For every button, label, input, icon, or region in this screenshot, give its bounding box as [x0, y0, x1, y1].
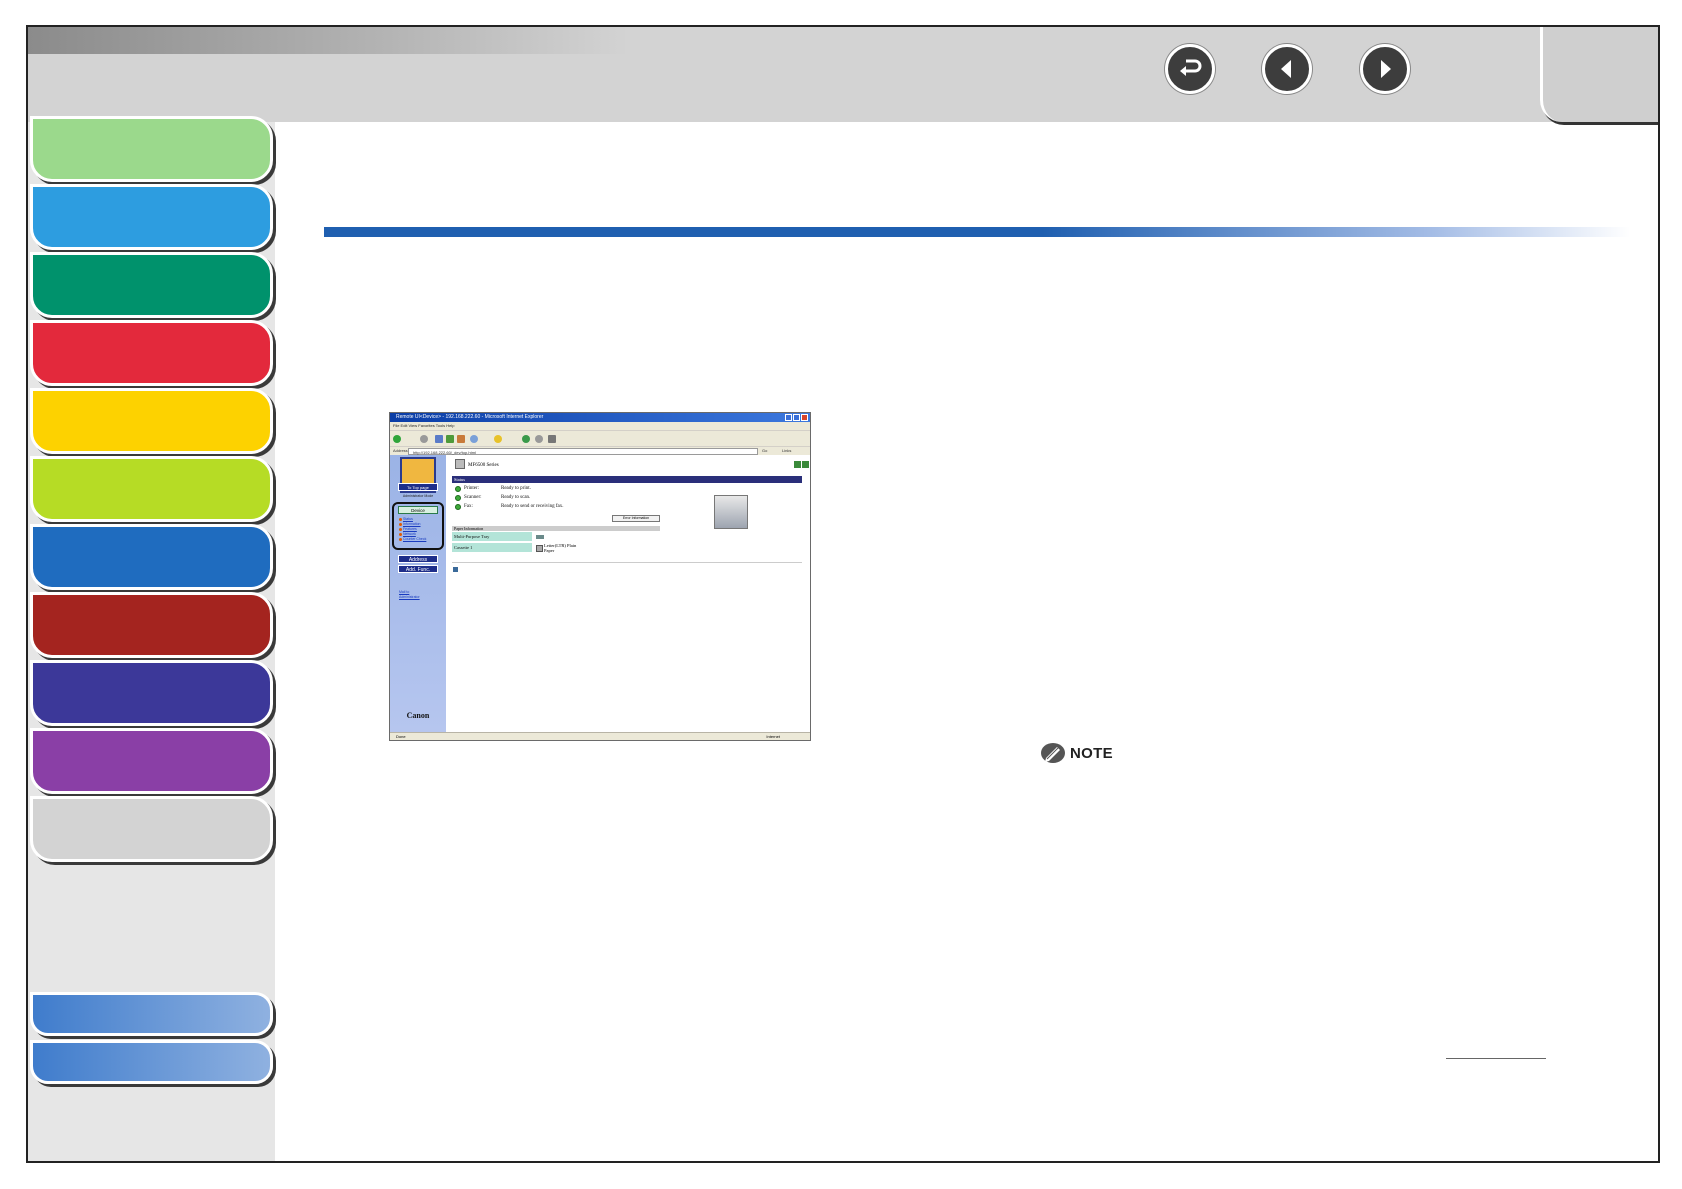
- back-icon: [393, 435, 401, 443]
- corner-tab[interactable]: [1540, 27, 1658, 122]
- browser-status-bar: Done Internet: [390, 732, 810, 740]
- address-label: Address: [393, 448, 408, 453]
- device-button[interactable]: Device: [398, 506, 438, 514]
- scanner-status: Ready to scan.: [501, 495, 531, 500]
- chapter-tab-11[interactable]: [30, 796, 273, 862]
- chapter-sidebar: [28, 116, 275, 1161]
- fax-label: Fax:: [464, 504, 473, 509]
- add-func-button[interactable]: Add. Func.: [398, 565, 438, 573]
- paper-source: Multi-Purpose Tray: [452, 532, 532, 541]
- index-tab[interactable]: [30, 1040, 273, 1084]
- remote-ui-sidebar: To Top page Administrator Mode Device St…: [390, 455, 446, 732]
- divider: [452, 562, 802, 563]
- note-heading: NOTE: [1040, 742, 1113, 764]
- printer-image: [714, 495, 748, 529]
- scanner-label: Scanner:: [464, 495, 482, 500]
- search-icon: [470, 435, 478, 443]
- chapter-tab-5[interactable]: [30, 388, 273, 454]
- top-page-button[interactable]: To Top page: [398, 483, 438, 491]
- history-icon: [522, 435, 530, 443]
- scanner-status-icon: [455, 495, 461, 501]
- chapter-tab-1[interactable]: [30, 116, 273, 182]
- next-page-icon: [1381, 60, 1391, 78]
- help-icon[interactable]: [802, 461, 809, 468]
- bullet-icon: [399, 538, 402, 541]
- bullet-icon: [399, 533, 402, 536]
- printer-label: Printer:: [464, 486, 479, 491]
- chapter-tab-10[interactable]: [30, 728, 273, 794]
- print-icon: [548, 435, 556, 443]
- zone-label: Internet: [766, 734, 780, 739]
- mail-icon: [535, 435, 543, 443]
- status-text: Done: [396, 734, 406, 739]
- note-label: NOTE: [1070, 744, 1113, 762]
- paper-header: Paper Information: [452, 526, 660, 531]
- error-information-button[interactable]: Error Information: [612, 515, 660, 522]
- paper-type: Letter(LTR) Plain Paper: [544, 543, 577, 553]
- paper-source: Cassette 1: [452, 543, 532, 552]
- minimize-icon: [785, 414, 792, 421]
- chapter-tab-9[interactable]: [30, 660, 273, 726]
- home-icon: [457, 435, 465, 443]
- footer-line: [1446, 1058, 1546, 1059]
- top-bar-strip: [28, 27, 628, 54]
- close-icon: [801, 414, 808, 421]
- status-header: Status: [452, 476, 802, 483]
- browser-title: Remote UI<Device> - 192.168.222.60 - Mic…: [396, 414, 544, 420]
- top-bar: [28, 27, 1658, 122]
- favorites-icon: [494, 435, 502, 443]
- mail-admin-link[interactable]: Mail to Administrator: [399, 590, 429, 600]
- section-heading-bar: [324, 227, 1630, 237]
- chapter-tab-3[interactable]: [30, 252, 273, 318]
- mode-label: Administrator Mode: [402, 494, 434, 498]
- refresh-icon: [446, 435, 454, 443]
- tray-icon: [536, 535, 544, 539]
- browser-toolbar: [390, 430, 810, 446]
- bullet-icon: [399, 523, 402, 526]
- chapter-tab-4[interactable]: [30, 320, 273, 386]
- printer-status-icon: [455, 486, 461, 492]
- refresh-icon[interactable]: [794, 461, 801, 468]
- page-frame: [26, 25, 1660, 1163]
- canon-logo: Canon: [406, 711, 430, 720]
- back-button[interactable]: [1165, 44, 1215, 94]
- links-label: Links: [782, 448, 792, 453]
- chapter-tab-2[interactable]: [30, 184, 273, 250]
- fax-status: Ready to send or receiving fax.: [501, 504, 564, 509]
- table-of-contents-tab[interactable]: [30, 992, 273, 1036]
- printer-status: Ready to print.: [501, 486, 531, 491]
- previous-page-button[interactable]: [1262, 44, 1312, 94]
- network-link[interactable]: Network: [403, 532, 416, 536]
- browser-title-bar: Remote UI<Device> - 192.168.222.60 - Mic…: [390, 413, 810, 422]
- counter-check-link[interactable]: Counter Check: [403, 537, 426, 541]
- maximize-icon: [793, 414, 800, 421]
- pencil-icon: [1041, 743, 1065, 763]
- browser-menu-bar: File Edit View Favorites Tools Help: [390, 422, 810, 430]
- chapter-tab-7[interactable]: [30, 524, 273, 590]
- previous-page-icon: [1281, 60, 1291, 78]
- device-icon: [455, 459, 465, 469]
- page-top-icon[interactable]: [453, 567, 458, 572]
- chapter-tab-8[interactable]: [30, 592, 273, 658]
- address-input[interactable]: http://192.168.222.60/_dev/top.html: [408, 448, 758, 455]
- fax-status-icon: [455, 504, 461, 510]
- bullet-icon: [399, 518, 402, 521]
- cassette-icon: [536, 545, 543, 552]
- status-link[interactable]: Status: [403, 517, 413, 521]
- information-link[interactable]: Information: [403, 522, 421, 526]
- bullet-icon: [399, 528, 402, 531]
- stop-icon: [435, 435, 443, 443]
- next-page-button[interactable]: [1360, 44, 1410, 94]
- remote-ui-main: MF6500 Series Status Printer: Ready to p…: [446, 455, 810, 732]
- chapter-tab-6[interactable]: [30, 456, 273, 522]
- forward-icon: [420, 435, 428, 443]
- features-link[interactable]: Features: [403, 527, 417, 531]
- browser-address-bar: Address http://192.168.222.60/_dev/top.h…: [390, 446, 810, 455]
- address-button[interactable]: Address: [398, 555, 438, 563]
- return-icon: [1180, 59, 1202, 76]
- device-name: MF6500 Series: [468, 463, 499, 468]
- remote-ui-screenshot: Remote UI<Device> - 192.168.222.60 - Mic…: [389, 412, 811, 741]
- go-button[interactable]: Go: [762, 447, 767, 455]
